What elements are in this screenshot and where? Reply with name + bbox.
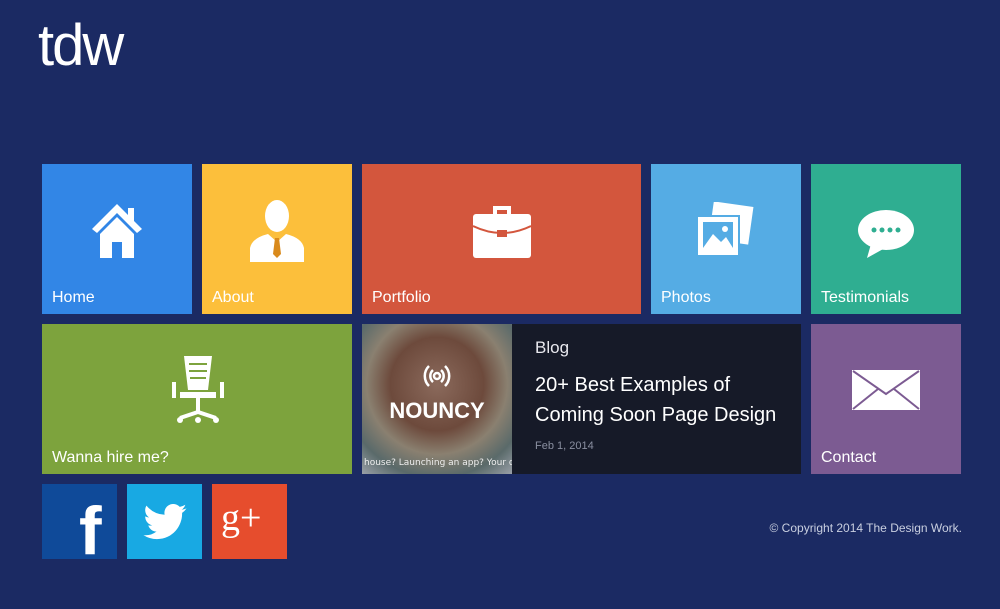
- google-plus-icon: g+: [221, 497, 262, 539]
- tile-home[interactable]: Home: [42, 164, 192, 314]
- tile-label: About: [212, 289, 254, 306]
- speech-bubble-icon: [858, 210, 914, 258]
- tile-label: Contact: [821, 449, 877, 466]
- nouncy-logo-icon: [423, 365, 451, 387]
- blog-image-brand: NOUNCY: [389, 398, 485, 423]
- facebook-button[interactable]: f: [42, 484, 117, 559]
- blog-image-snippet: house? Launching an app? Your dog: [364, 458, 512, 468]
- tile-testimonials[interactable]: Testimonials: [811, 164, 961, 314]
- tile-label: Home: [52, 289, 95, 306]
- envelope-icon: [852, 370, 920, 410]
- blog-title-line2: Coming Soon Page Design: [535, 404, 777, 426]
- blog-image: NOUNCY house? Launching an app? Your dog: [362, 324, 512, 474]
- tile-label: Portfolio: [372, 289, 431, 306]
- tile-about[interactable]: About: [202, 164, 352, 314]
- facebook-icon: f: [79, 493, 102, 559]
- office-chair-icon: [172, 356, 224, 423]
- twitter-bird-icon: [143, 504, 187, 540]
- blog-tile[interactable]: NOUNCY house? Launching an app? Your dog…: [362, 324, 801, 474]
- photos-icon: [696, 202, 754, 257]
- tile-photos[interactable]: Photos: [651, 164, 801, 314]
- blog-date: Feb 1, 2014: [535, 440, 594, 452]
- tile-portfolio[interactable]: Portfolio: [362, 164, 641, 314]
- house-icon: [92, 204, 142, 258]
- copyright: © Copyright 2014 The Design Work.: [769, 521, 963, 535]
- briefcase-icon: [473, 206, 531, 258]
- tile-label: Wanna hire me?: [52, 449, 169, 466]
- tile-label: Testimonials: [821, 289, 910, 306]
- twitter-button[interactable]: [127, 484, 202, 559]
- google-plus-button[interactable]: g+: [212, 484, 287, 559]
- blog-title-line1: 20+ Best Examples of: [535, 374, 731, 396]
- tile-contact[interactable]: Contact: [811, 324, 961, 474]
- tile-hire[interactable]: Wanna hire me?: [42, 324, 352, 474]
- blog-post-title[interactable]: 20+ Best Examples of Coming Soon Page De…: [535, 370, 776, 430]
- person-icon: [250, 200, 304, 262]
- tile-label: Photos: [661, 289, 711, 306]
- blog-section-label: Blog: [535, 338, 570, 357]
- logo[interactable]: tdw: [38, 12, 124, 79]
